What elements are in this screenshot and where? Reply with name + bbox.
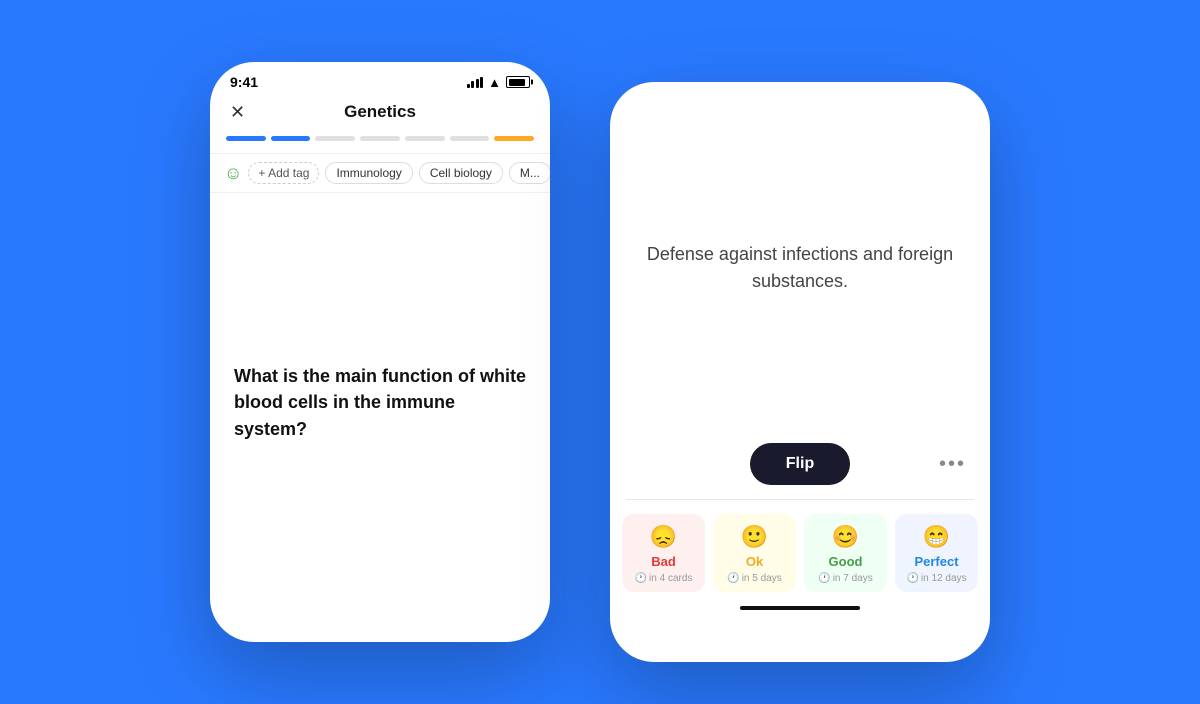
tag-cell-biology[interactable]: Cell biology xyxy=(419,162,503,184)
close-button[interactable]: ✕ xyxy=(230,102,245,123)
bad-time: 🕐 in 4 cards xyxy=(635,573,693,584)
status-time-left: 9:41 xyxy=(230,74,258,90)
progress-segment xyxy=(494,136,534,141)
bad-label: Bad xyxy=(651,554,676,569)
flip-button[interactable]: Flip xyxy=(750,443,850,485)
tag-more[interactable]: M... xyxy=(509,162,550,184)
question-text: What is the main function of white blood… xyxy=(234,363,526,441)
add-tag-button[interactable]: + Add tag xyxy=(248,162,319,184)
tag-immunology[interactable]: Immunology xyxy=(325,162,412,184)
question-area: What is the main function of white blood… xyxy=(210,193,550,602)
good-emoji: 😊 xyxy=(832,524,859,550)
deck-title: Genetics xyxy=(344,102,416,122)
perfect-label: Perfect xyxy=(914,554,958,569)
clock-icon-bad: 🕐 xyxy=(635,573,647,584)
answer-area: Defense against infections and foreign s… xyxy=(610,102,990,433)
progress-segment xyxy=(315,136,355,141)
clock-icon-ok: 🕐 xyxy=(727,573,739,584)
home-indicator xyxy=(740,606,860,610)
progress-segment xyxy=(405,136,445,141)
ok-time: 🕐 in 5 days xyxy=(727,573,781,584)
wifi-icon: ▲ xyxy=(488,75,501,90)
right-phone: Defense against infections and foreign s… xyxy=(610,82,990,662)
ok-emoji: 🙂 xyxy=(741,524,768,550)
add-tag-label: + Add tag xyxy=(258,166,309,180)
clock-icon-perfect: 🕐 xyxy=(906,573,918,584)
progress-bar xyxy=(210,132,550,153)
rating-ok[interactable]: 🙂 Ok 🕐 in 5 days xyxy=(713,514,796,592)
progress-segment xyxy=(450,136,490,141)
smiley-icon: ☺ xyxy=(224,163,242,184)
rating-good[interactable]: 😊 Good 🕐 in 7 days xyxy=(804,514,887,592)
left-phone: 9:41 ▲ ✕ Genetics xyxy=(210,62,550,642)
good-time: 🕐 in 7 days xyxy=(818,573,872,584)
status-icons-left: ▲ xyxy=(467,75,530,90)
progress-segment xyxy=(360,136,400,141)
clock-icon-good: 🕐 xyxy=(818,573,830,584)
perfect-emoji: 😁 xyxy=(923,524,950,550)
phones-container: 9:41 ▲ ✕ Genetics xyxy=(210,42,990,662)
flip-row: Flip ••• xyxy=(610,433,990,499)
progress-segment xyxy=(271,136,311,141)
rating-perfect[interactable]: 😁 Perfect 🕐 in 12 days xyxy=(895,514,978,592)
more-button[interactable]: ••• xyxy=(939,453,966,476)
answer-text: Defense against infections and foreign s… xyxy=(638,241,962,295)
card-header: ✕ Genetics xyxy=(210,94,550,132)
progress-segment xyxy=(226,136,266,141)
signal-bars-icon xyxy=(467,76,484,88)
tags-row: ☺ + Add tag Immunology Cell biology M... xyxy=(210,153,550,193)
good-label: Good xyxy=(829,554,863,569)
status-bar-left: 9:41 ▲ xyxy=(210,62,550,94)
rating-row: 😞 Bad 🕐 in 4 cards 🙂 Ok 🕐 in 5 days xyxy=(610,500,990,598)
bad-emoji: 😞 xyxy=(650,524,677,550)
battery-icon xyxy=(506,76,530,88)
ok-label: Ok xyxy=(746,554,763,569)
perfect-time: 🕐 in 12 days xyxy=(906,573,966,584)
rating-bad[interactable]: 😞 Bad 🕐 in 4 cards xyxy=(622,514,705,592)
